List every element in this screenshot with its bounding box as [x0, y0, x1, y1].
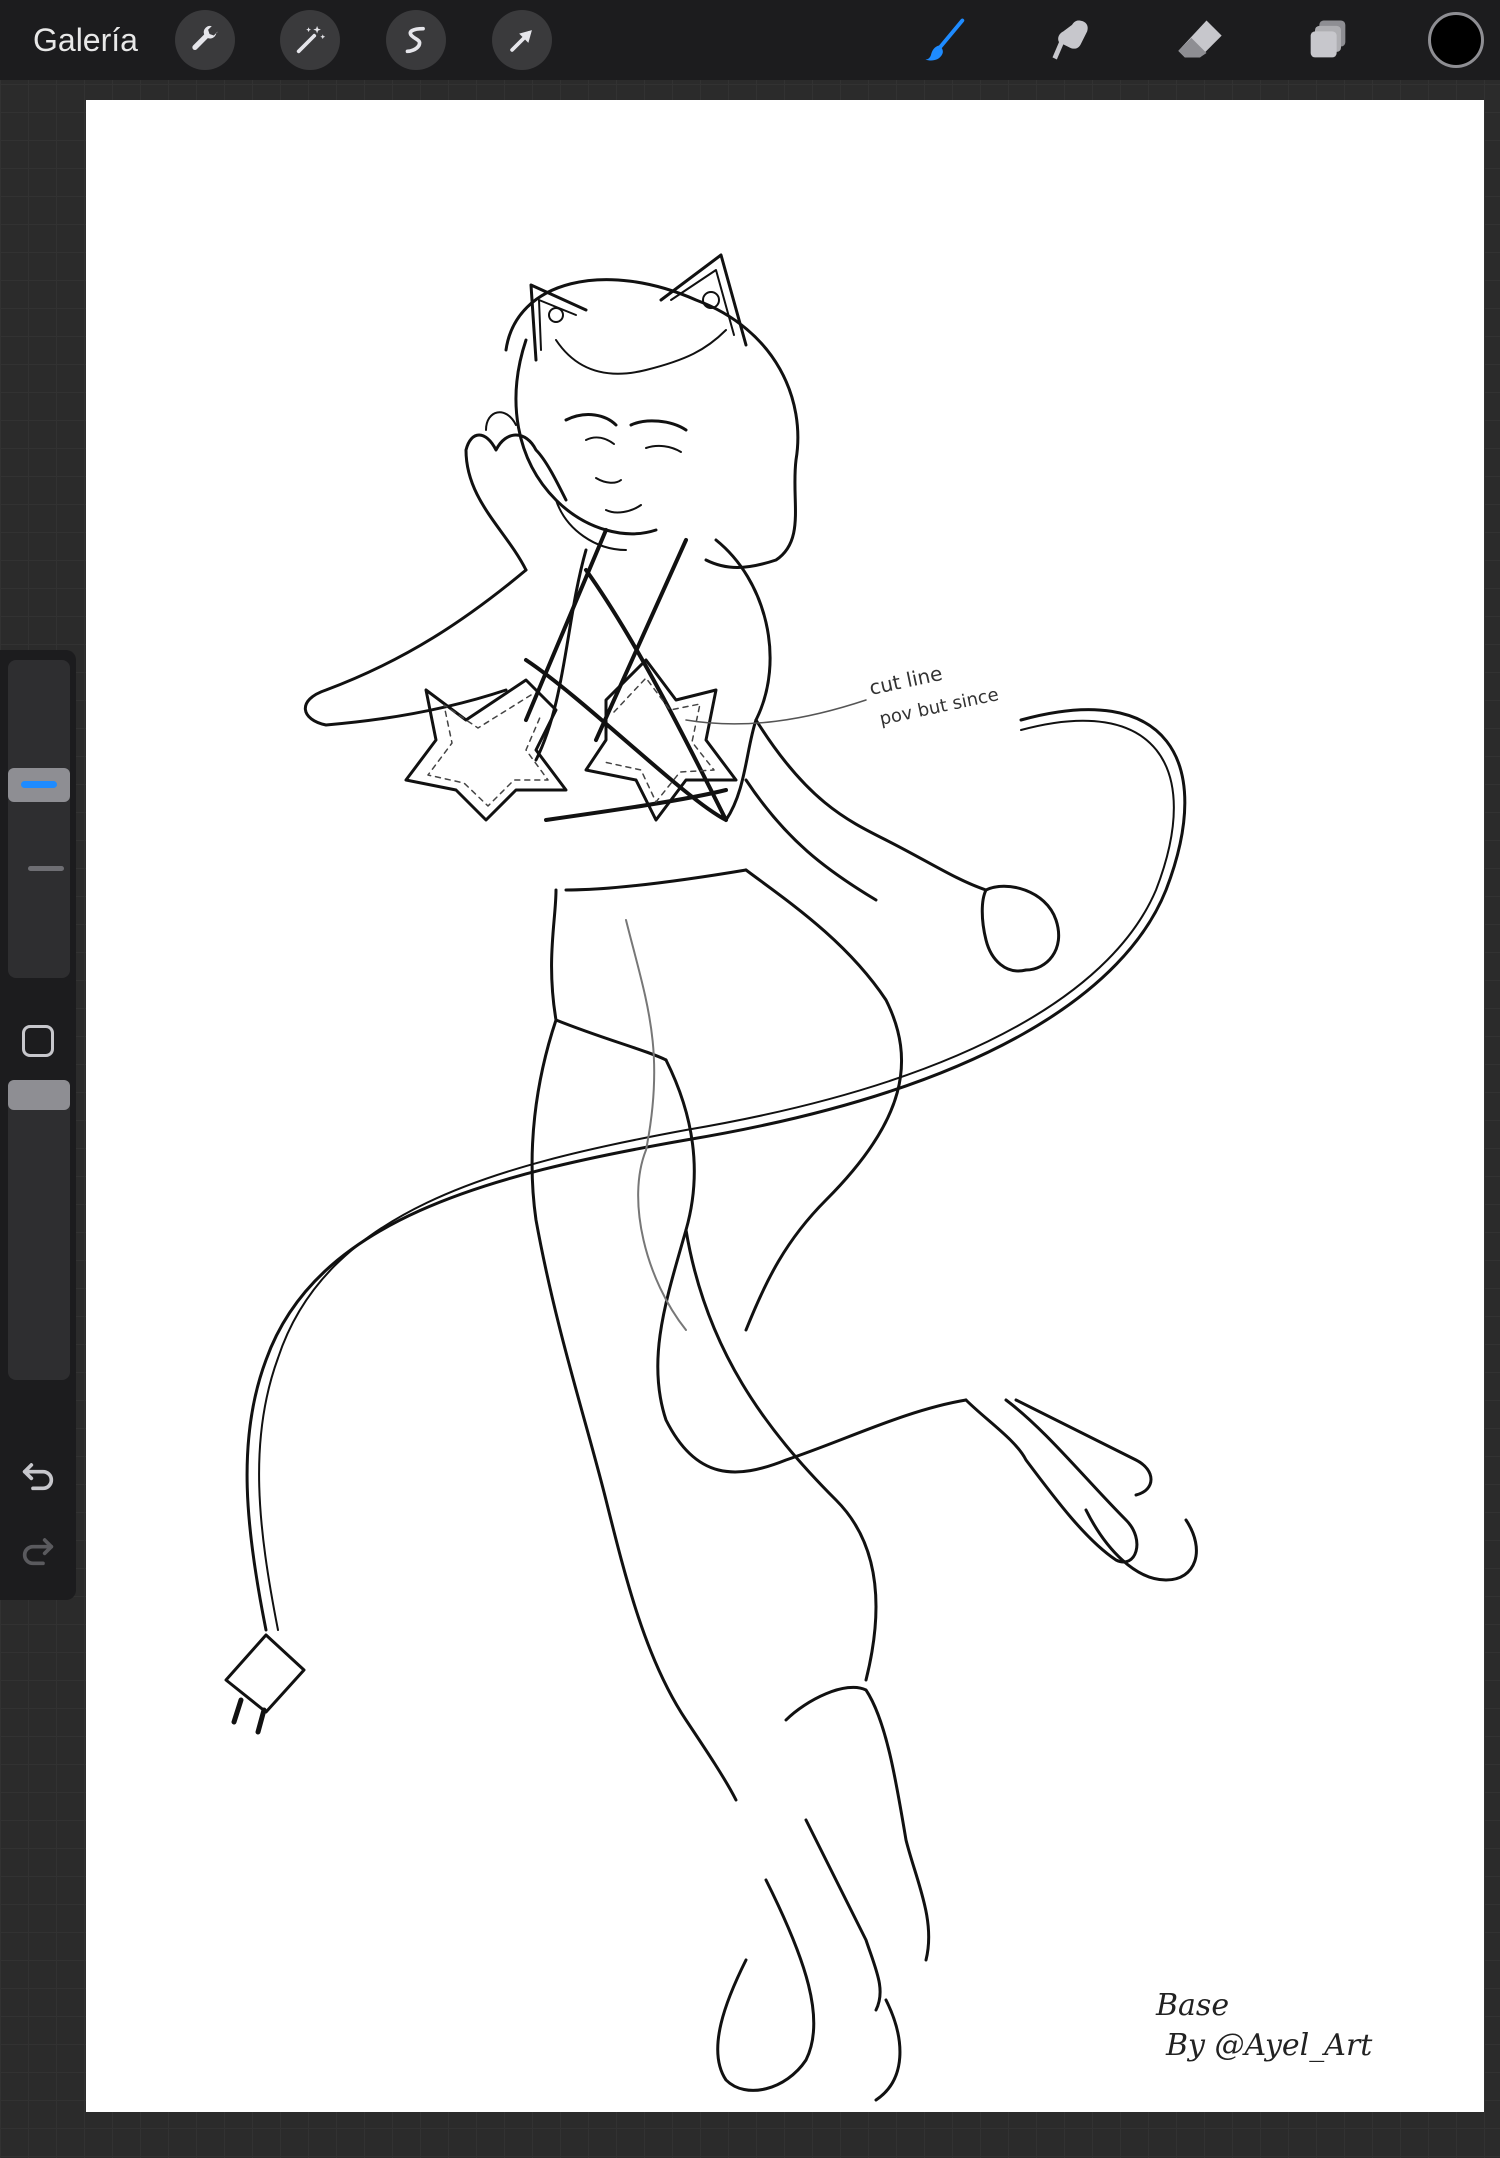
- signature-author: By @Ayel_Art: [1165, 2028, 1373, 2063]
- selection-icon: [405, 26, 425, 54]
- size-slider-tick: [28, 866, 64, 871]
- brush-icon: [925, 18, 965, 61]
- eraser-icon: [1178, 20, 1222, 58]
- color-picker-button[interactable]: [1428, 12, 1484, 68]
- top-toolbar: Galería: [0, 0, 1500, 80]
- layers-button[interactable]: [1296, 8, 1360, 72]
- redo-icon[interactable]: [18, 1530, 58, 1570]
- opacity-thumb[interactable]: [8, 1080, 70, 1110]
- magic-wand-icon: [296, 25, 326, 54]
- undo-icon[interactable]: [18, 1455, 58, 1495]
- gallery-button[interactable]: Galería: [33, 20, 138, 60]
- selection-button[interactable]: [386, 10, 446, 70]
- smudge-icon: [1052, 20, 1088, 60]
- left-sidebar: [0, 650, 76, 1600]
- drawing-canvas[interactable]: cut line pov but since Base By @Ayel_Art: [86, 100, 1484, 2112]
- transform-arrow-icon: [510, 30, 532, 52]
- transform-button[interactable]: [492, 10, 552, 70]
- adjustments-button[interactable]: [280, 10, 340, 70]
- line-art-drawing: cut line pov but since Base By @Ayel_Art: [224, 253, 1373, 2102]
- smudge-tool-button[interactable]: [1040, 8, 1104, 72]
- brush-tool-button[interactable]: [913, 8, 977, 72]
- opacity-slider[interactable]: [8, 1080, 70, 1380]
- brush-size-thumb[interactable]: [8, 767, 70, 802]
- layers-icon: [1310, 20, 1346, 58]
- actions-button[interactable]: [175, 10, 235, 70]
- brush-size-slider[interactable]: [8, 660, 70, 978]
- signature-base: Base: [1155, 1988, 1229, 2023]
- square-modify-icon[interactable]: [22, 1025, 54, 1057]
- cut-line-note: cut line: [867, 661, 944, 700]
- wrench-icon: [192, 25, 218, 50]
- eraser-tool-button[interactable]: [1168, 8, 1232, 72]
